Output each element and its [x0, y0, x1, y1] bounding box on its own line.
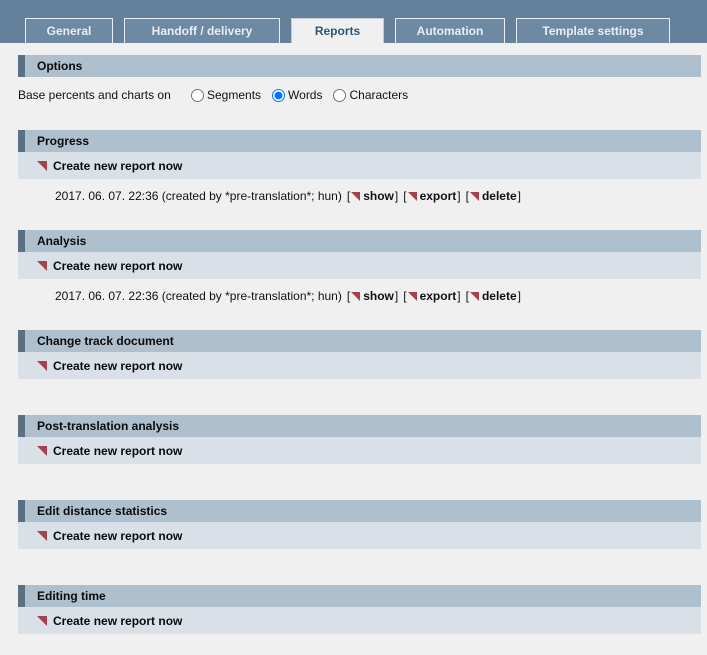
- radio-segments[interactable]: Segments: [191, 88, 261, 102]
- radio-words-label: Words: [288, 88, 322, 102]
- create-report-link[interactable]: Create new report now: [18, 252, 701, 279]
- create-report-label: Create new report now: [53, 159, 182, 173]
- create-report-link[interactable]: Create new report now: [18, 607, 701, 634]
- red-flag-icon: [408, 192, 417, 201]
- section-header: Edit distance statistics: [18, 500, 701, 522]
- create-report-label: Create new report now: [53, 444, 182, 458]
- section-header: Progress: [18, 130, 701, 152]
- base-percents-row: Base percents and charts on Segments Wor…: [18, 84, 701, 106]
- radio-words[interactable]: Words: [272, 88, 322, 102]
- report-created-text: 2017. 06. 07. 22:36 (created by *pre-tra…: [55, 289, 342, 303]
- section-title: Edit distance statistics: [37, 504, 167, 518]
- section-header: Change track document: [18, 330, 701, 352]
- section-title: Progress: [37, 134, 89, 148]
- section-post-translation-analysis: Post-translation analysis Create new rep…: [18, 415, 701, 464]
- section-header: Editing time: [18, 585, 701, 607]
- red-flag-icon: [408, 292, 417, 301]
- section-title: Analysis: [37, 234, 86, 248]
- tab-automation[interactable]: Automation: [395, 18, 505, 43]
- report-entry: 2017. 06. 07. 22:36 (created by *pre-tra…: [55, 187, 701, 204]
- report-action-export[interactable]: [export]: [403, 189, 460, 203]
- create-report-label: Create new report now: [53, 259, 182, 273]
- radio-segments-label: Segments: [207, 88, 261, 102]
- red-flag-icon: [37, 361, 47, 371]
- report-created-text: 2017. 06. 07. 22:36 (created by *pre-tra…: [55, 189, 342, 203]
- radio-words-input[interactable]: [272, 89, 285, 102]
- report-action-delete[interactable]: [delete]: [466, 189, 521, 203]
- red-flag-icon: [37, 531, 47, 541]
- create-report-link[interactable]: Create new report now: [18, 352, 701, 379]
- create-report-link[interactable]: Create new report now: [18, 522, 701, 549]
- section-header: Analysis: [18, 230, 701, 252]
- create-report-link[interactable]: Create new report now: [18, 152, 701, 179]
- section-title: Editing time: [37, 589, 106, 603]
- section-change-track-document: Change track document Create new report …: [18, 330, 701, 379]
- section-edit-distance-statistics: Edit distance statistics Create new repo…: [18, 500, 701, 549]
- section-progress: Progress Create new report now 2017. 06.…: [18, 130, 701, 204]
- create-report-link[interactable]: Create new report now: [18, 437, 701, 464]
- report-action-delete[interactable]: [delete]: [466, 289, 521, 303]
- red-flag-icon: [37, 161, 47, 171]
- section-title: Change track document: [37, 334, 174, 348]
- create-report-label: Create new report now: [53, 614, 182, 628]
- radio-characters-input[interactable]: [333, 89, 346, 102]
- red-flag-icon: [37, 446, 47, 456]
- section-header: Post-translation analysis: [18, 415, 701, 437]
- radio-characters-label: Characters: [349, 88, 408, 102]
- report-action-show[interactable]: [show]: [347, 289, 398, 303]
- options-title: Options: [37, 59, 82, 73]
- tab-template-settings[interactable]: Template settings: [516, 18, 670, 43]
- reports-tab-content: Options Base percents and charts on Segm…: [0, 43, 707, 634]
- base-percents-label: Base percents and charts on: [18, 88, 191, 102]
- red-flag-icon: [37, 261, 47, 271]
- report-action-show[interactable]: [show]: [347, 189, 398, 203]
- section-editing-time: Editing time Create new report now: [18, 585, 701, 634]
- report-action-export[interactable]: [export]: [403, 289, 460, 303]
- red-flag-icon: [470, 192, 479, 201]
- red-flag-icon: [351, 292, 360, 301]
- red-flag-icon: [470, 292, 479, 301]
- tab-reports[interactable]: Reports: [291, 18, 384, 43]
- create-report-label: Create new report now: [53, 529, 182, 543]
- section-analysis: Analysis Create new report now 2017. 06.…: [18, 230, 701, 304]
- radio-characters[interactable]: Characters: [333, 88, 408, 102]
- tab-bar: General Handoff / delivery Reports Autom…: [0, 0, 707, 43]
- section-title: Post-translation analysis: [37, 419, 179, 433]
- tab-handoff-delivery[interactable]: Handoff / delivery: [124, 18, 280, 43]
- tab-general[interactable]: General: [25, 18, 113, 43]
- red-flag-icon: [351, 192, 360, 201]
- radio-segments-input[interactable]: [191, 89, 204, 102]
- options-section: Options Base percents and charts on Segm…: [18, 55, 701, 106]
- red-flag-icon: [37, 616, 47, 626]
- report-entry: 2017. 06. 07. 22:36 (created by *pre-tra…: [55, 287, 701, 304]
- options-header: Options: [18, 55, 701, 77]
- create-report-label: Create new report now: [53, 359, 182, 373]
